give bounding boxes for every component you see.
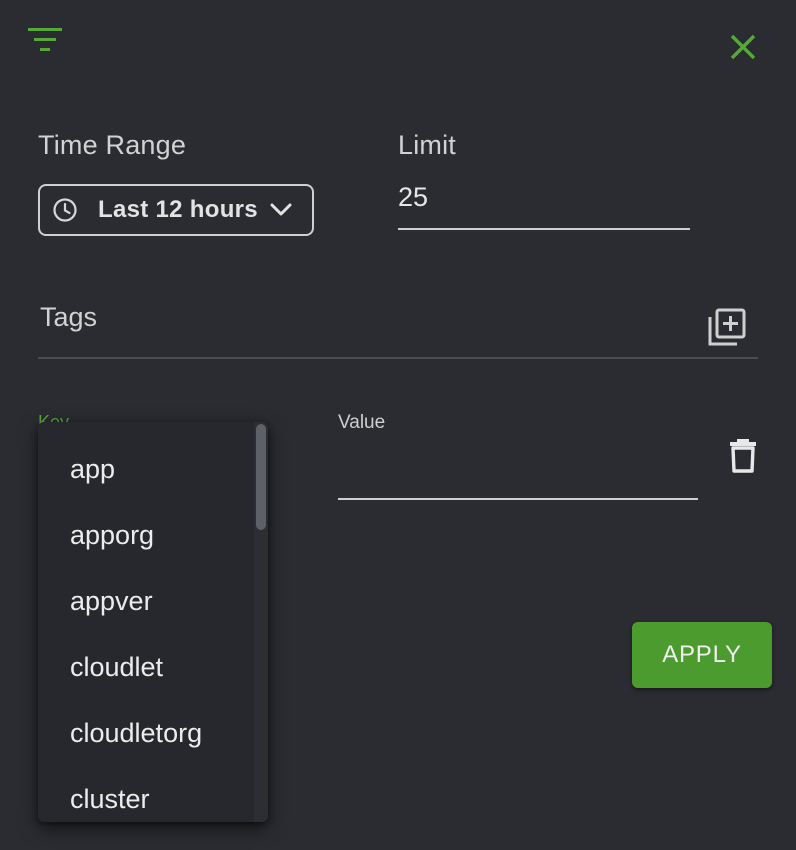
add-box-icon[interactable]	[708, 308, 746, 346]
dropdown-option-apporg[interactable]: apporg	[70, 520, 154, 551]
filter-panel: Time Range Last 12 hours Limit 25 Tags K…	[0, 0, 796, 850]
delete-icon[interactable]	[728, 437, 758, 473]
dropdown-option-app[interactable]: app	[70, 454, 115, 485]
dropdown-option-cloudlet[interactable]: cloudlet	[70, 652, 163, 683]
limit-value: 25	[398, 182, 429, 212]
time-range-label: Time Range	[38, 130, 187, 160]
chevron-down-icon	[270, 203, 292, 216]
value-input[interactable]	[338, 446, 698, 500]
close-icon[interactable]	[728, 32, 758, 62]
filter-icon	[28, 28, 62, 51]
tags-label: Tags	[40, 302, 98, 332]
clock-icon	[53, 198, 77, 222]
time-range-value: Last 12 hours	[98, 196, 258, 223]
dropdown-option-cloudletorg[interactable]: cloudletorg	[70, 718, 202, 749]
key-dropdown[interactable]: app apporg appver cloudlet cloudletorg c…	[38, 422, 268, 822]
time-range-select[interactable]: Last 12 hours	[38, 184, 314, 236]
dropdown-option-appver[interactable]: appver	[70, 586, 153, 617]
dropdown-option-cluster[interactable]: cluster	[70, 784, 150, 815]
limit-input[interactable]: 25	[398, 178, 690, 230]
limit-label: Limit	[398, 130, 457, 160]
value-label: Value	[338, 412, 386, 433]
dropdown-scrollbar-thumb[interactable]	[256, 424, 266, 530]
apply-button[interactable]: APPLY	[632, 622, 772, 688]
tags-divider	[38, 357, 758, 359]
